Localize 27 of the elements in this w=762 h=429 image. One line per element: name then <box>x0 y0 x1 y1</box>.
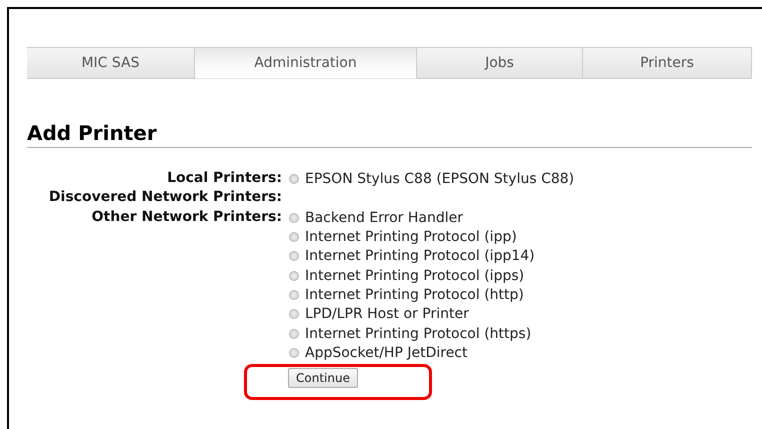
radio-button[interactable] <box>289 212 299 222</box>
option-label: Internet Printing Protocol (ipp14) <box>305 248 535 264</box>
option-label: Backend Error Handler <box>305 210 464 226</box>
radio-button[interactable] <box>289 328 299 339</box>
radio-button[interactable] <box>289 309 299 320</box>
radio-button[interactable] <box>289 290 299 300</box>
radio-button[interactable] <box>289 348 299 358</box>
section-label: Discovered Network Printers: <box>48 188 283 208</box>
option-label: EPSON Stylus C88 (EPSON Stylus C88) <box>305 170 574 187</box>
radio-button[interactable] <box>289 251 299 262</box>
nav-tab[interactable]: Administration <box>195 47 417 79</box>
option-label: Internet Printing Protocol (https) <box>305 326 532 342</box>
page-heading: Add Printer <box>27 121 157 145</box>
option-label: Internet Printing Protocol (ipp) <box>305 228 517 245</box>
option-label: LPD/LPR Host or Printer <box>305 306 469 322</box>
option-label: Internet Printing Protocol (ipps) <box>305 268 524 284</box>
continue-button[interactable]: Continue <box>288 368 358 388</box>
radio-button[interactable] <box>289 174 299 184</box>
option-label: AppSocket/HP JetDirect <box>305 345 468 362</box>
radio-button[interactable] <box>289 270 299 281</box>
section-label: Other Network Printers: <box>92 208 283 227</box>
nav-tab[interactable]: Printers <box>583 47 752 79</box>
option-label: Internet Printing Protocol (http) <box>305 287 524 304</box>
nav-tab[interactable]: MIC SAS <box>27 47 195 79</box>
section-label: Local Printers: <box>167 169 283 188</box>
nav-tab[interactable]: Jobs <box>417 47 583 79</box>
radio-button[interactable] <box>289 232 299 242</box>
